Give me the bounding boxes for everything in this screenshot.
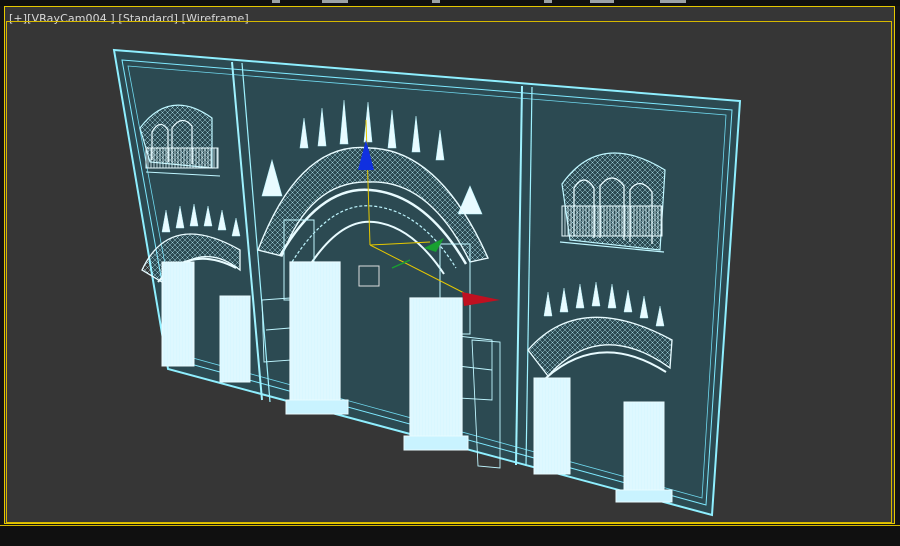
right-window-balcony <box>559 152 666 253</box>
wireframe-scene[interactable] <box>0 0 900 545</box>
viewport-bottom-bar <box>0 525 900 546</box>
left-window-balcony <box>139 104 221 177</box>
